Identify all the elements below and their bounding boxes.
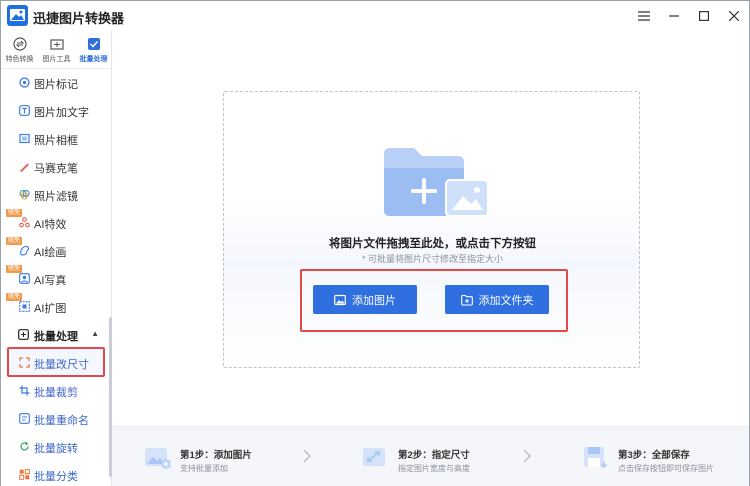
- ai-paint-icon: [20, 245, 30, 256]
- window-controls: [629, 1, 749, 31]
- convert-icon: [12, 36, 27, 51]
- sidebar-item-label: AI写真: [34, 275, 67, 287]
- add-folder-button[interactable]: 添加文件夹: [445, 285, 549, 314]
- folder-add-icon: [460, 294, 473, 306]
- free-badge: 限免: [6, 209, 23, 217]
- sidebar-item-label: AI扩图: [34, 303, 67, 315]
- step-desc: 点击保存按钮即可保存图片: [618, 464, 714, 473]
- ai-portrait-icon: [19, 273, 30, 284]
- app-logo-icon: [7, 5, 28, 26]
- chevron-right-icon: [303, 449, 311, 463]
- filter-icon: [19, 189, 30, 200]
- classify-icon: [19, 469, 30, 480]
- step-desc: 指定图片宽度与高度: [398, 464, 470, 473]
- sidebar-item-label: 批量改尺寸: [34, 359, 89, 371]
- section-batch-process[interactable]: 批量处理 ▲: [1, 321, 109, 347]
- tab-label: 特色转换: [5, 55, 34, 63]
- menu-button[interactable]: [629, 1, 659, 31]
- sidebar-item-batch-resize[interactable]: 批量改尺寸: [1, 349, 109, 377]
- minimize-button[interactable]: [659, 1, 689, 31]
- sidebar-item-photo-frame[interactable]: 照片相框: [1, 125, 109, 153]
- close-button[interactable]: [719, 1, 749, 31]
- sidebar-item-batch-rename[interactable]: 批量重命名: [1, 405, 109, 433]
- ai-expand-icon: [19, 301, 30, 312]
- sidebar-item-label: 批量重命名: [34, 415, 89, 427]
- batch-section-icon: [18, 329, 29, 340]
- tab-label: 批量处理: [79, 55, 108, 63]
- sidebar-item-image-mark[interactable]: 图片标记: [1, 69, 109, 97]
- resize-step-icon: [363, 448, 385, 466]
- maximize-icon: [699, 11, 709, 21]
- sidebar-item-label: 批量旋转: [34, 443, 78, 455]
- step-title: 第2步：指定尺寸: [398, 450, 470, 461]
- sidebar-item-label: 图片标记: [34, 79, 78, 91]
- section-label: 批量处理: [34, 331, 78, 343]
- tab-feature-convert[interactable]: 特色转换: [1, 31, 38, 69]
- minimize-icon: [669, 15, 679, 17]
- resize-icon: [19, 357, 30, 368]
- rename-icon: [19, 413, 30, 424]
- batch-icon: [87, 37, 100, 50]
- image-icon: [334, 294, 346, 305]
- drop-zone-title: 将图片文件拖拽至此处，或点击下方按钮: [329, 238, 536, 250]
- mosaic-pen-icon: [20, 163, 29, 172]
- free-badge: 限免: [6, 293, 23, 301]
- sidebar-item-label: 批量分类: [34, 471, 78, 483]
- menu-icon: [638, 11, 650, 21]
- drop-zone[interactable]: 将图片文件拖拽至此处，或点击下方按钮 * 可批量将图片尺寸修改至指定大小 添加图…: [223, 91, 640, 368]
- crop-icon: [19, 385, 30, 396]
- sidebar: 特色转换 图片工具 批量处理 图片标记 图片加文字 照片相框 马赛克笔 照片滤镜…: [1, 31, 112, 486]
- tab-batch-process[interactable]: 批量处理: [75, 31, 112, 69]
- free-badge: 限免: [6, 237, 23, 245]
- tab-image-tools[interactable]: 图片工具: [38, 31, 75, 69]
- sidebar-item-label: 批量裁剪: [34, 387, 78, 399]
- app-title: 迅捷图片转换器: [33, 11, 125, 26]
- maximize-button[interactable]: [689, 1, 719, 31]
- sidebar-item-batch-classify[interactable]: 批量分类: [1, 461, 109, 486]
- sidebar-item-label: 照片滤镜: [34, 191, 78, 203]
- step-title: 第1步：添加图片: [180, 450, 252, 461]
- sidebar-item-ai-portrait[interactable]: 限免 AI写真: [1, 265, 109, 293]
- folder-image-illustration: [384, 148, 489, 217]
- add-image-step-icon: [145, 448, 171, 469]
- frame-icon: [19, 133, 30, 144]
- app-window: 迅捷图片转换器 特色转换 图片工具 批量处理 图片标记 图片加文字 照片相框 马…: [0, 0, 750, 486]
- image-tool-icon: [49, 38, 64, 50]
- add-folder-label: 添加文件夹: [478, 294, 534, 307]
- sidebar-item-photo-filter[interactable]: 照片滤镜: [1, 181, 109, 209]
- chevron-right-icon: [523, 449, 531, 463]
- rotate-icon: [20, 441, 29, 451]
- drop-zone-subtitle: * 可批量将图片尺寸修改至指定大小: [361, 254, 503, 264]
- sidebar-item-batch-rotate[interactable]: 批量旋转: [1, 433, 109, 461]
- free-badge: 限免: [6, 265, 23, 273]
- sidebar-item-label: 马赛克笔: [34, 163, 78, 175]
- main-area: 将图片文件拖拽至此处，或点击下方按钮 * 可批量将图片尺寸修改至指定大小 添加图…: [112, 31, 749, 486]
- steps-bar: 第1步：添加图片 支持批量添加 第2步：指定尺寸 指定图片宽度与高度 第3步：全…: [112, 426, 749, 486]
- sidebar-item-ai-paint[interactable]: 限免 AI绘画: [1, 237, 109, 265]
- sidebar-item-ai-effect[interactable]: 限免 AI特效: [1, 209, 109, 237]
- sidebar-item-image-text[interactable]: 图片加文字: [1, 97, 109, 125]
- title-bar: 迅捷图片转换器: [1, 1, 749, 31]
- sidebar-tabs: 特色转换 图片工具 批量处理: [1, 31, 112, 69]
- add-image-button[interactable]: 添加图片: [313, 285, 417, 314]
- sidebar-item-label: 图片加文字: [34, 107, 89, 119]
- sidebar-item-batch-crop[interactable]: 批量裁剪: [1, 377, 109, 405]
- add-image-label: 添加图片: [352, 294, 396, 307]
- step-desc: 支持批量添加: [180, 464, 228, 473]
- sidebar-item-mosaic-pen[interactable]: 马赛克笔: [1, 153, 109, 181]
- mark-icon: [19, 77, 30, 88]
- close-icon: [729, 11, 739, 21]
- tab-label: 图片工具: [42, 55, 71, 63]
- sidebar-item-label: 照片相框: [34, 135, 78, 147]
- text-icon: [19, 105, 30, 116]
- step-title: 第3步：全部保存: [618, 450, 690, 461]
- chevron-up-icon: ▲: [91, 329, 99, 338]
- ai-effect-icon: [19, 217, 30, 228]
- sidebar-item-ai-expand[interactable]: 限免 AI扩图: [1, 293, 109, 321]
- sidebar-item-label: AI特效: [34, 219, 67, 231]
- sidebar-item-label: AI绘画: [34, 247, 67, 259]
- save-step-icon: [584, 447, 608, 469]
